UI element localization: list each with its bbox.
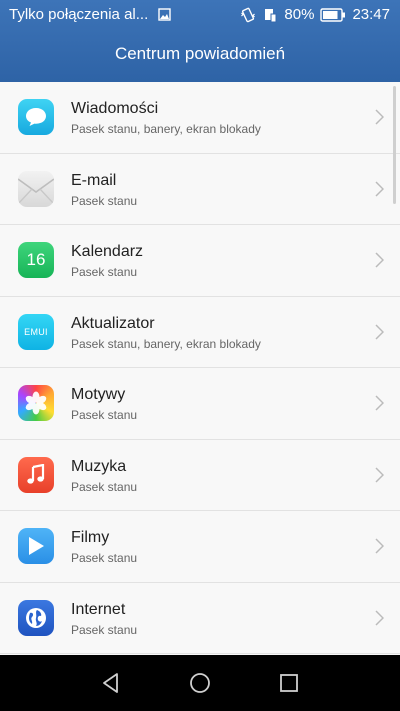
clock: 23:47 xyxy=(352,6,390,23)
item-title: Muzyka xyxy=(71,457,127,475)
item-title: E-mail xyxy=(71,171,117,189)
back-icon[interactable] xyxy=(99,671,123,695)
updater-logo-text: EMUI xyxy=(24,326,48,337)
item-subtitle: Pasek stanu xyxy=(71,408,138,422)
item-title: Motywy xyxy=(71,386,126,403)
internet-icon xyxy=(18,599,54,636)
item-subtitle: Pasek stanu xyxy=(71,622,138,637)
list-item-updater[interactable]: EMUI Aktualizator Pasek stanu, banery, e… xyxy=(0,297,400,368)
item-subtitle: Pasek stanu, banery, ekran blokady xyxy=(71,336,261,351)
image-icon xyxy=(158,8,172,21)
vibrate-icon xyxy=(241,7,256,22)
messages-icon xyxy=(18,99,54,135)
page-title: Centrum powiadomień xyxy=(114,44,286,63)
chevron-right-icon xyxy=(375,109,384,125)
chevron-right-icon xyxy=(375,609,384,626)
list-item-email[interactable]: E-mail Pasek stanu xyxy=(0,154,400,225)
calendar-icon: 16 xyxy=(18,242,54,278)
list-item-music[interactable]: Muzyka Pasek stanu xyxy=(0,440,400,511)
navigation-bar xyxy=(0,655,400,711)
notification-text: Tylko połączenia al... xyxy=(9,6,149,23)
battery-percent: 80% xyxy=(284,6,315,23)
music-icon xyxy=(18,456,54,493)
item-title: Filmy xyxy=(71,529,110,546)
sim-icon xyxy=(265,8,277,22)
item-subtitle: Pasek stanu xyxy=(71,193,138,208)
item-title: Kalendarz xyxy=(71,243,144,260)
chevron-right-icon xyxy=(375,252,384,268)
chevron-right-icon xyxy=(375,538,384,554)
chevron-right-icon xyxy=(375,395,384,411)
videos-icon xyxy=(18,528,54,564)
item-subtitle: Pasek stanu xyxy=(71,479,138,494)
themes-icon xyxy=(18,385,54,421)
chevron-right-icon xyxy=(375,180,384,197)
scrollbar[interactable] xyxy=(393,86,396,204)
list-item-videos[interactable]: Filmy Pasek stanu xyxy=(0,511,400,583)
updater-icon: EMUI xyxy=(18,313,54,350)
recents-icon[interactable] xyxy=(277,671,301,695)
item-subtitle: Pasek stanu xyxy=(71,551,138,565)
item-title: Aktualizator xyxy=(71,314,155,332)
chevron-right-icon xyxy=(375,323,384,340)
item-title: Wiadomości xyxy=(71,100,159,117)
item-subtitle: Pasek stanu, banery, ekran blokady xyxy=(71,122,261,136)
app-list[interactable]: Wiadomości Pasek stanu, banery, ekran bl… xyxy=(0,82,400,655)
status-bar: Tylko połączenia al... 80% 23:47 xyxy=(0,0,400,30)
chevron-right-icon xyxy=(375,466,384,483)
email-icon xyxy=(18,170,54,207)
item-subtitle: Pasek stanu xyxy=(71,265,138,279)
header: Tylko połączenia al... 80% 23:47 Centrum… xyxy=(0,0,400,82)
list-item-messages[interactable]: Wiadomości Pasek stanu, banery, ekran bl… xyxy=(0,82,400,154)
list-item-themes[interactable]: Motywy Pasek stanu xyxy=(0,368,400,440)
list-item-calendar[interactable]: 16 Kalendarz Pasek stanu xyxy=(0,225,400,297)
home-icon[interactable] xyxy=(188,671,212,695)
list-item-internet[interactable]: Internet Pasek stanu xyxy=(0,583,400,654)
item-title: Internet xyxy=(71,600,126,618)
calendar-day: 16 xyxy=(26,250,46,269)
battery-icon xyxy=(320,7,346,22)
